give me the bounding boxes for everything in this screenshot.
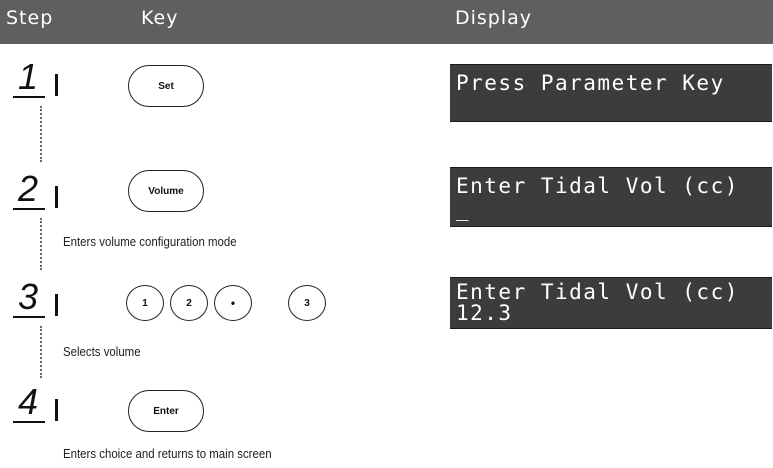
set-key-button[interactable]: Set [128, 65, 204, 107]
step-bar [55, 399, 58, 421]
decimal-point-key-button[interactable]: • [214, 285, 252, 321]
table-header: Step Key Display [0, 0, 773, 44]
lcd-display: Enter Tidal Vol (cc) _ [450, 167, 772, 227]
digit-3-key-button[interactable]: 3 [288, 285, 326, 321]
display-line-1: Enter Tidal Vol (cc) [456, 174, 739, 198]
step-bar [55, 186, 58, 208]
step-caption: Selects volume [63, 344, 141, 359]
display-line-1: Press Parameter Key [456, 71, 725, 95]
header-key: Key [141, 7, 179, 29]
volume-key-button[interactable]: Volume [128, 170, 204, 212]
step-connector [40, 106, 44, 162]
enter-key-button[interactable]: Enter [128, 390, 204, 432]
lcd-display: Press Parameter Key [450, 64, 772, 122]
display-line-2: _ [456, 197, 471, 221]
step-bar [55, 294, 58, 316]
step-connector [40, 326, 44, 378]
lcd-display: Enter Tidal Vol (cc) 12.3 [450, 277, 772, 329]
step-number: 3 [17, 276, 39, 317]
step-bar [55, 74, 58, 96]
digit-2-key-button[interactable]: 2 [170, 285, 208, 321]
step-number: 4 [17, 381, 39, 422]
step-caption: Enters choice and returns to main screen [63, 446, 272, 461]
step-underline [13, 208, 45, 210]
digit-1-key-button[interactable]: 1 [126, 285, 164, 321]
display-line-2: 12.3 [456, 301, 513, 325]
step-connector [40, 218, 44, 270]
step-underline [13, 421, 45, 423]
step-caption: Enters volume configuration mode [63, 234, 237, 249]
header-step: Step [6, 7, 54, 29]
step-number: 1 [17, 56, 39, 97]
step-underline [13, 96, 45, 98]
step-underline [13, 316, 45, 318]
step-number: 2 [17, 168, 39, 209]
header-display: Display [455, 7, 533, 29]
